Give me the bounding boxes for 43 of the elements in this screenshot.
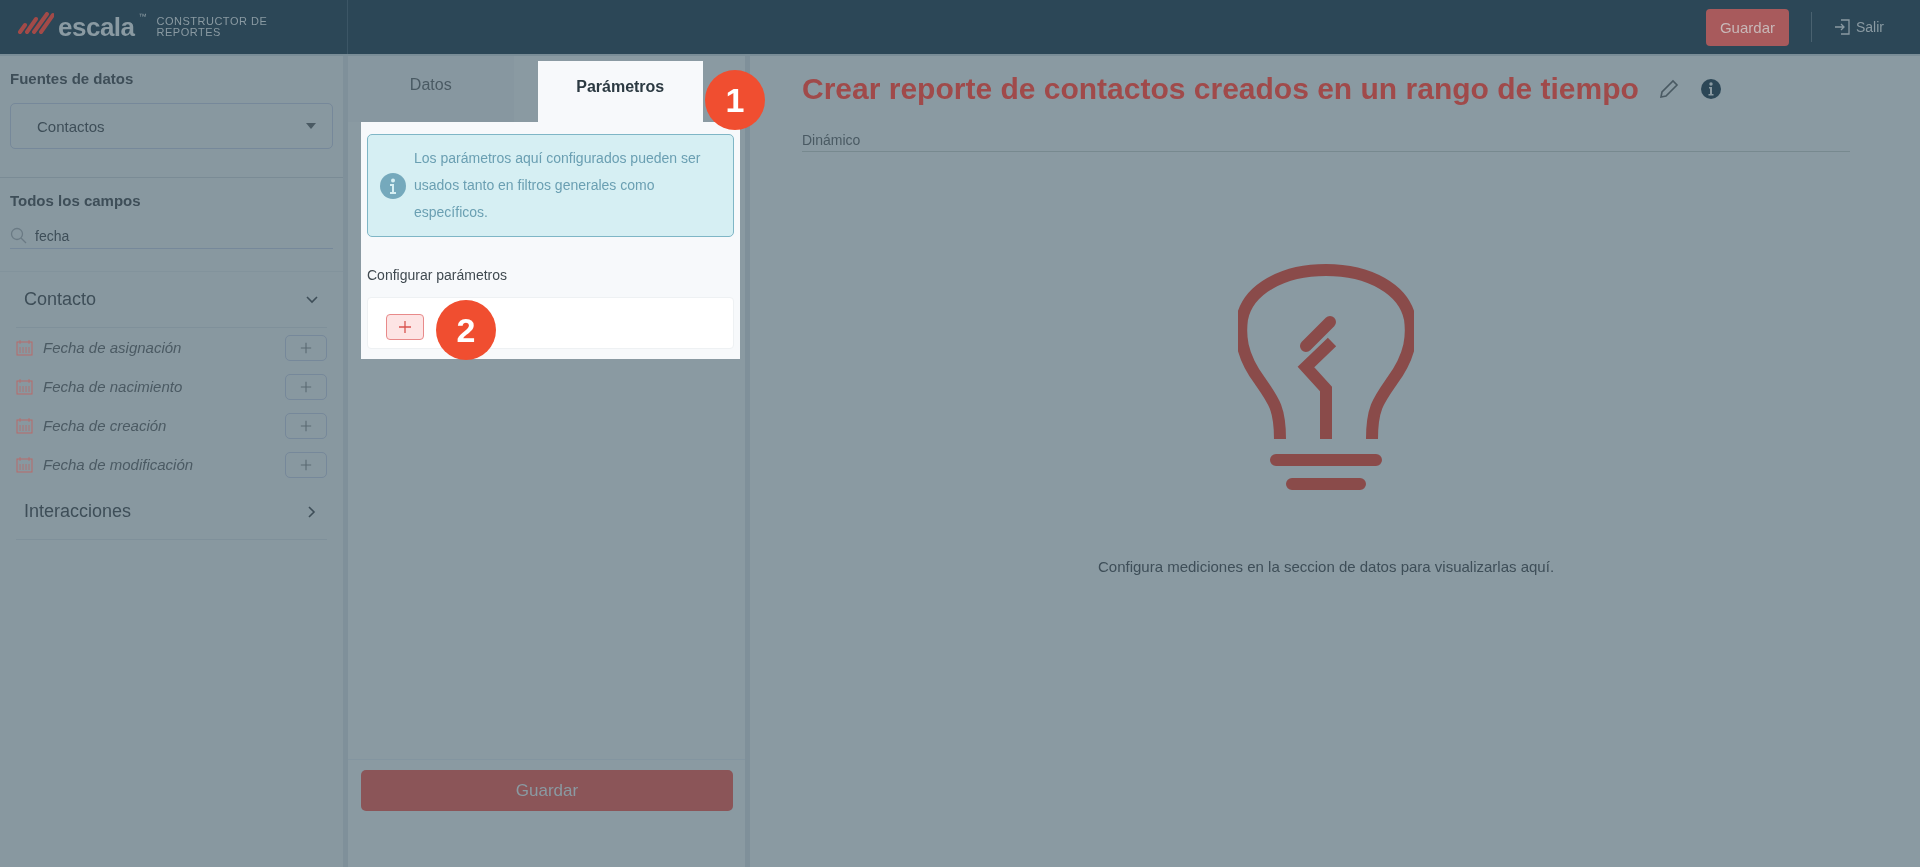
add-field-button[interactable] bbox=[285, 451, 327, 478]
empty-state-message: Configura mediciones en la seccion de datos para visualizarlas aquí. bbox=[1097, 558, 1555, 575]
save-button[interactable]: Guardar bbox=[1705, 8, 1789, 46]
logo-icon bbox=[18, 11, 54, 34]
step-badge: 1 bbox=[705, 70, 765, 130]
dropdown-caret-icon bbox=[306, 123, 316, 129]
section-title: Todos los campos bbox=[10, 192, 142, 209]
section-label: Configurar parámetros bbox=[367, 267, 509, 283]
plus-icon bbox=[300, 419, 312, 432]
exit-icon bbox=[1834, 19, 1850, 35]
report-title: Crear reporte de contactos creados en un rango de tiempo bbox=[802, 72, 1639, 106]
section-title: Fuentes de datos bbox=[10, 70, 135, 87]
info-icon bbox=[380, 172, 406, 199]
field-group-header[interactable]: Interacciones bbox=[16, 484, 327, 540]
calendar-icon bbox=[16, 417, 33, 434]
info-text: Los parámetros aquí configurados pueden ser usados tanto en filtros generales como específicos. bbox=[414, 149, 702, 222]
app-subtitle: CONSTRUCTOR DE REPORTES bbox=[156, 16, 269, 38]
plus-icon bbox=[398, 320, 412, 334]
data-source-select[interactable]: Contactos bbox=[10, 103, 333, 149]
plus-icon bbox=[300, 380, 312, 393]
field-name: Fecha de nacimiento bbox=[43, 378, 184, 395]
info-icon[interactable] bbox=[1698, 77, 1723, 101]
add-field-button[interactable] bbox=[285, 412, 327, 439]
report-type-label: Dinámico bbox=[802, 132, 1850, 152]
exit-button[interactable]: Salir bbox=[1834, 19, 1884, 35]
trademark-mark: ™ bbox=[138, 11, 147, 21]
tab[interactable]: Parámetros bbox=[537, 61, 703, 122]
add-parameter-button[interactable] bbox=[386, 314, 424, 340]
calendar-icon bbox=[16, 378, 33, 395]
search-field[interactable]: fecha bbox=[35, 227, 70, 244]
search-icon bbox=[10, 227, 27, 244]
calendar-icon bbox=[16, 339, 33, 356]
field-group-header[interactable]: Contacto bbox=[16, 272, 327, 328]
add-field-button[interactable] bbox=[285, 334, 327, 361]
calendar-icon bbox=[16, 456, 33, 473]
field-name: Fecha de asignación bbox=[43, 339, 183, 356]
logo-text: escala bbox=[58, 11, 135, 43]
field-name: Fecha de creación bbox=[43, 417, 168, 434]
field-name: Fecha de modificación bbox=[43, 456, 195, 473]
add-field-button[interactable] bbox=[285, 373, 327, 400]
save-button[interactable]: Guardar bbox=[361, 770, 733, 811]
plus-icon bbox=[300, 458, 312, 471]
plus-icon bbox=[300, 341, 312, 354]
